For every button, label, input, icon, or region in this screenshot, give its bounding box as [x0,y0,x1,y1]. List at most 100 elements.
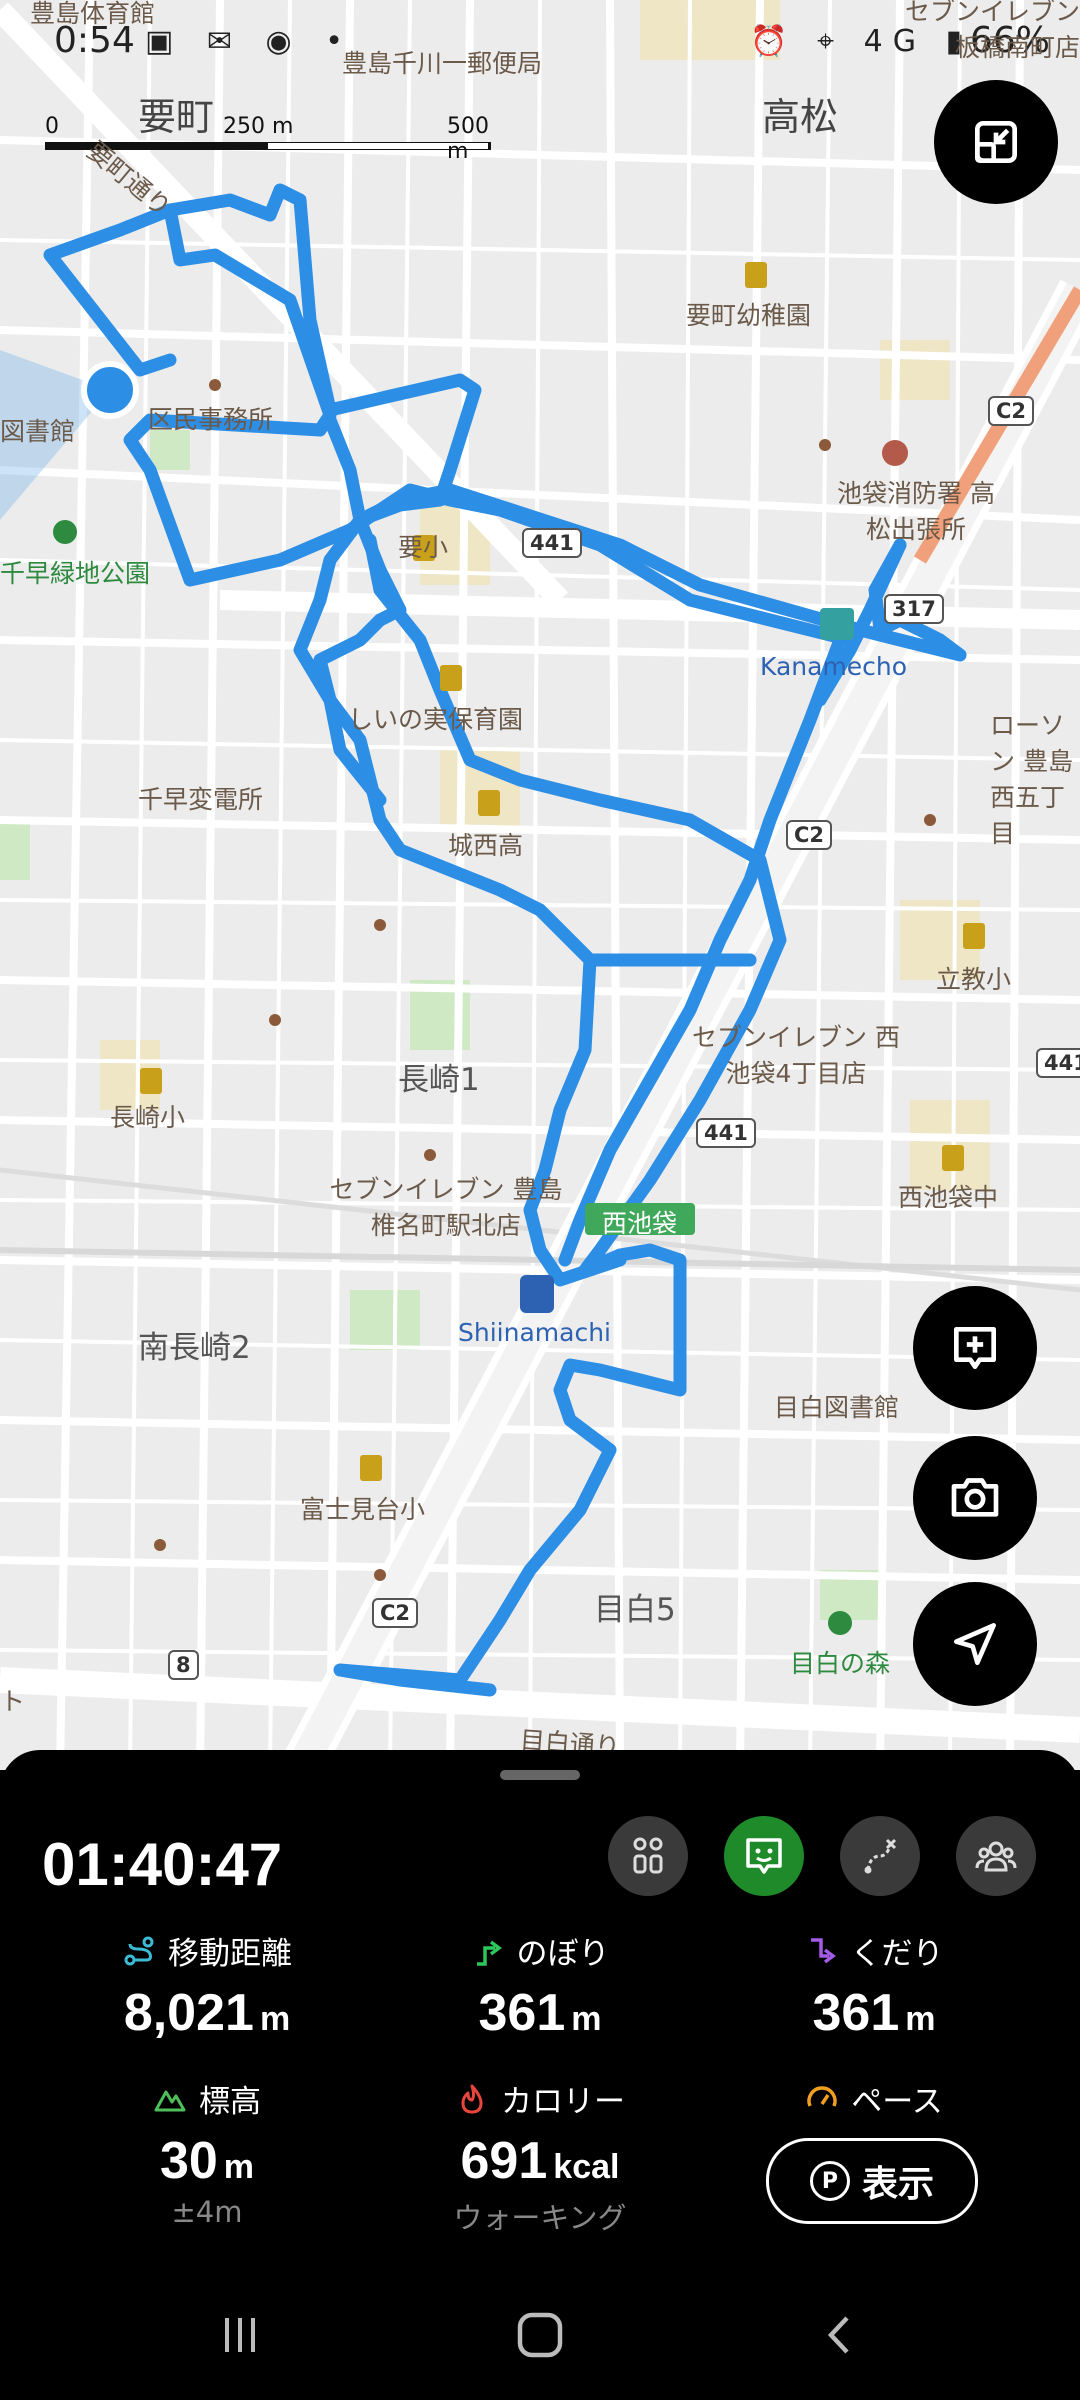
show-pace-label: 表示 [861,2164,934,2205]
system-navigation-bar [0,2270,1080,2400]
map-label-chihaya-park: 千早緑地公園 [0,559,151,588]
map-label-mejiro-library: 目白図書館 [774,1393,900,1422]
camera-icon [951,1478,999,1517]
map-label-chihaya-substation: 千早変電所 [138,785,264,814]
route-edit-button[interactable] [840,1816,920,1896]
navigate-button[interactable] [913,1582,1037,1706]
ascent-value: 361 [478,1984,566,2042]
flame-icon [461,2084,483,2113]
map-label-fujimidai: 富士見台小 [300,1495,426,1524]
road-shield-441-a: 441 [522,528,582,558]
descent-value: 361 [812,1984,900,2042]
notification-icons: ▣ ✉ ◉ • [145,24,355,59]
map-label-kaname-school: 要小 [398,533,449,562]
map-label-nagasaki1: 長崎1 [398,1062,480,1098]
pace-stat: ペース [704,2076,1044,2121]
map-label-yocho-kindergarten: 要町幼稚園 [686,301,812,330]
road-shield-c2-mid: C2 [786,820,833,850]
camera-button[interactable] [913,1436,1037,1560]
distance-value: 8,021 [123,1984,254,2042]
group-icon [975,1841,1017,1872]
map-view[interactable]: 0:54 ▣ ✉ ◉ • ⏰ ⌖ 4G ▮ 66% 0 250 m 500 m … [0,0,1080,1770]
route-points-button[interactable] [608,1816,688,1896]
calorie-label: カロリー [501,2084,625,2120]
park-icon [53,520,77,544]
mountain-icon [154,2090,186,2111]
map-label-shiinamachi: Shiinamachi [458,1318,611,1347]
route-edit-icon [864,1838,897,1874]
road-shield-c2-top: C2 [988,396,1035,426]
calorie-value: 691 [460,2132,548,2190]
road-shield-8: 8 [168,1650,199,1680]
pace-label: ペース [851,2084,943,2120]
stats-panel: 01:40:47 移動距離 8,021 m のぼり 361 m くだり 361 … [0,1750,1080,2270]
route-points-icon [633,1837,663,1874]
map-label-shiinomi: しいの実保育園 [348,705,524,734]
home-icon [517,2312,563,2358]
map-label-mejiro-mori: 目白の森 [790,1649,891,1678]
back-chevron-icon [827,2316,849,2354]
map-label-toshima-gym: 豊島体育館 [30,0,156,28]
home-button[interactable] [500,2300,580,2370]
altitude-label: 標高 [199,2084,261,2120]
chat-face-icon [746,1838,782,1874]
exit-fullscreen-button[interactable] [934,80,1058,204]
distance-icon [124,1936,154,1965]
altitude-value: 30 [159,2132,218,2190]
navigation-arrow-icon [954,1623,996,1665]
collapse-icon [975,121,1017,163]
map-label-post-office: 豊島千川一郵便局 [342,49,543,78]
map-label-lawson: ローソン 豊島西五丁目 [990,711,1073,848]
map-label-takamatsu: 高松 [762,95,839,139]
map-label-seven-nishi4: セブンイレブン 西池袋4丁目店 [692,1023,900,1088]
chat-button[interactable] [724,1816,804,1896]
ascent-unit: m [571,2000,602,2038]
scale-mid: 250 m [223,114,294,139]
show-pace-button[interactable]: P 表示 [766,2138,978,2224]
descent-stat: くだり 361 m [704,1928,1044,2043]
altitude-unit: m [223,2148,255,2186]
distance-label: 移動距離 [168,1936,292,1972]
map-label-kumin-office: 区民事務所 [148,405,274,434]
fire-station-icon [882,440,908,466]
back-button[interactable] [800,2300,880,2370]
station-icon [520,1275,554,1313]
forest-icon [828,1611,852,1635]
descent-label: くだり [850,1936,944,1972]
elapsed-time: 01:40:47 [42,1831,283,1898]
map-label-seven-shiina: セブンイレブン 豊島椎名町駅北店 [329,1175,563,1240]
ascent-stat: のぼり 361 m [370,1928,710,2043]
calorie-unit: kcal [553,2148,620,2186]
distance-unit: m [259,2000,291,2038]
panel-drag-handle[interactable] [500,1770,580,1780]
ascent-icon [476,1940,502,1966]
map-label-minami-nagasaki: 南長崎2 [138,1330,251,1366]
speedometer-icon [807,2085,838,2107]
map-label-kanamecho-station: Kanamecho [760,652,908,681]
pace-badge: P [809,2161,850,2201]
road-shield-441-b: 441 [696,1118,756,1148]
calorie-stat: カロリー 691 kcal ウォーキング [370,2076,710,2237]
map-label-seven-itabashi: セブンイレブン 板橋南町店 [904,0,1080,62]
altitude-stat: 標高 30 m ±4m [37,2076,377,2229]
distance-stat: 移動距離 8,021 m [37,1928,377,2043]
map-label-nishiike-middle: 西池袋中 [898,1183,999,1212]
road-shield-441-right: 441 [1036,1048,1080,1078]
descent-icon [810,1937,836,1963]
activity-type: ウォーキング [453,2201,627,2235]
map-label-yocho: 要町 [138,95,215,139]
map-label-josai: 城西高 [448,831,524,860]
map-label-mejiro5: 目白5 [594,1592,676,1628]
group-button[interactable] [956,1816,1036,1896]
recent-apps-button[interactable] [200,2300,280,2370]
map-label-fire-station: 池袋消防署 高松出張所 [837,479,995,544]
road-shield-c2-bottom: C2 [372,1598,419,1628]
add-comment-icon [954,1327,996,1369]
map-label-nishiikebukuro: 西池袋 [602,1209,678,1238]
add-memo-button[interactable] [913,1286,1037,1410]
map-label-rikkyo: 立教小 [936,965,1012,994]
map-label-library-left: 図書館 [0,417,76,446]
map-label-edge: ト [0,1687,26,1716]
descent-unit: m [905,2000,936,2038]
ascent-label: のぼり [516,1936,610,1972]
